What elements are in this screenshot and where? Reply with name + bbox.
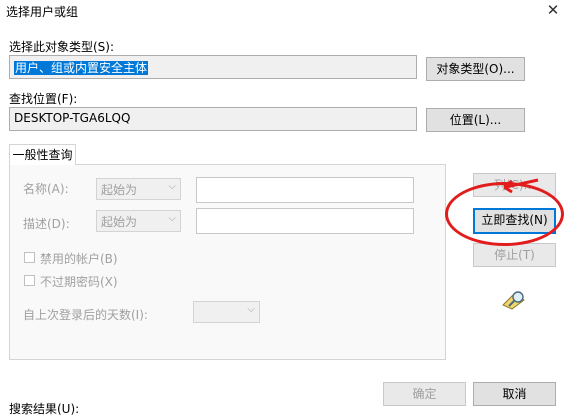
stop-button[interactable]: 停止(T): [473, 243, 556, 267]
name-mode-value: 起始为: [101, 183, 138, 197]
object-type-field: 用户、组或内置安全主体: [9, 55, 417, 79]
chevron-down-icon: ⌵: [247, 304, 255, 315]
window-title: 选择用户或组: [6, 5, 79, 19]
object-type-label: 选择此对象类型(S):: [9, 40, 115, 54]
location-label: 查找位置(F):: [9, 92, 78, 106]
location-value: DESKTOP-TGA6LQQ: [14, 111, 131, 125]
description-mode-select[interactable]: 起始为 ⌵: [96, 210, 181, 232]
disabled-accounts-label: 禁用的帐户(B): [40, 252, 118, 266]
no-expire-password-checkbox[interactable]: [24, 275, 35, 286]
location-button[interactable]: 位置(L)...: [426, 108, 525, 132]
annotation-arrow-icon: [503, 178, 539, 194]
name-label: 名称(A):: [23, 182, 69, 196]
search-people-icon: [502, 291, 525, 310]
close-icon[interactable]: ✕: [542, 0, 564, 21]
name-mode-select[interactable]: 起始为 ⌵: [96, 178, 181, 200]
cancel-button[interactable]: 取消: [473, 382, 556, 406]
search-results-label: 搜索结果(U):: [9, 402, 80, 416]
object-type-value: 用户、组或内置安全主体: [14, 61, 149, 75]
ok-button[interactable]: 确定: [383, 382, 466, 406]
description-label: 描述(D):: [23, 217, 70, 231]
days-since-logon-label: 自上次登录后的天数(I):: [23, 308, 148, 322]
object-type-button[interactable]: 对象类型(O)...: [426, 57, 525, 81]
name-input[interactable]: [196, 177, 414, 203]
chevron-down-icon: ⌵: [168, 181, 176, 192]
location-field: DESKTOP-TGA6LQQ: [9, 107, 417, 131]
description-mode-value: 起始为: [101, 215, 138, 229]
description-input[interactable]: [196, 208, 414, 234]
days-since-logon-select[interactable]: ⌵: [193, 301, 260, 323]
disabled-accounts-checkbox[interactable]: [24, 252, 35, 263]
chevron-down-icon: ⌵: [168, 213, 176, 224]
no-expire-password-label: 不过期密码(X): [40, 275, 118, 289]
tab-general-query[interactable]: 一般性查询: [9, 144, 76, 165]
